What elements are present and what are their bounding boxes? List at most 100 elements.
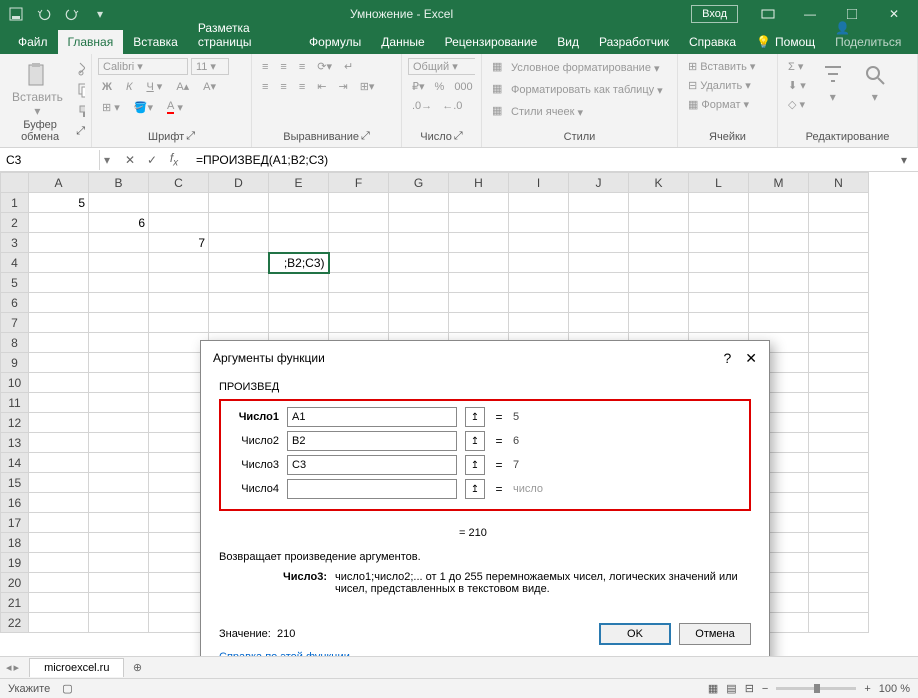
cell-M4[interactable] — [749, 253, 809, 273]
cell-G2[interactable] — [389, 213, 449, 233]
cell-I5[interactable] — [509, 273, 569, 293]
cell-H3[interactable] — [449, 233, 509, 253]
cell-B2[interactable]: 6 — [89, 213, 149, 233]
col-header-C[interactable]: C — [149, 173, 209, 193]
italic-button[interactable]: К — [122, 78, 136, 95]
paste-button[interactable]: Вставить▾ — [6, 58, 69, 117]
row-header-9[interactable]: 9 — [1, 353, 29, 373]
cell-N9[interactable] — [809, 353, 869, 373]
cell-A4[interactable] — [29, 253, 89, 273]
cell-N21[interactable] — [809, 593, 869, 613]
cell-A21[interactable] — [29, 593, 89, 613]
tab-formulas[interactable]: Формулы — [299, 30, 371, 54]
cell-F2[interactable] — [329, 213, 389, 233]
row-header-20[interactable]: 20 — [1, 573, 29, 593]
cell-E4[interactable]: ;B2;C3) — [269, 253, 329, 273]
tab-view[interactable]: Вид — [547, 30, 589, 54]
cell-A16[interactable] — [29, 493, 89, 513]
row-header-15[interactable]: 15 — [1, 473, 29, 493]
cell-N10[interactable] — [809, 373, 869, 393]
cell-A10[interactable] — [29, 373, 89, 393]
arg-input-2[interactable] — [287, 431, 457, 451]
col-header-H[interactable]: H — [449, 173, 509, 193]
cell-D3[interactable] — [209, 233, 269, 253]
align-center-icon[interactable]: ≡ — [276, 78, 290, 95]
cell-K4[interactable] — [629, 253, 689, 273]
qat-dropdown-icon[interactable]: ▾ — [88, 3, 112, 25]
cell-A13[interactable] — [29, 433, 89, 453]
ok-button[interactable]: OK — [599, 623, 671, 645]
cell-N16[interactable] — [809, 493, 869, 513]
cell-G6[interactable] — [389, 293, 449, 313]
cell-D6[interactable] — [209, 293, 269, 313]
cell-B1[interactable] — [89, 193, 149, 213]
cell-G4[interactable] — [389, 253, 449, 273]
col-header-B[interactable]: B — [89, 173, 149, 193]
cell-H6[interactable] — [449, 293, 509, 313]
cell-E6[interactable] — [269, 293, 329, 313]
cell-H2[interactable] — [449, 213, 509, 233]
cell-B13[interactable] — [89, 433, 149, 453]
zoom-slider[interactable] — [776, 687, 856, 690]
col-header-M[interactable]: M — [749, 173, 809, 193]
underline-button[interactable]: Ч ▾ — [142, 78, 166, 95]
cell-A15[interactable] — [29, 473, 89, 493]
ribbon-display-icon[interactable] — [748, 0, 788, 28]
save-icon[interactable] — [4, 3, 28, 25]
cell-J6[interactable] — [569, 293, 629, 313]
cell-A2[interactable] — [29, 213, 89, 233]
enter-formula-icon[interactable]: ✓ — [142, 150, 162, 170]
dialog-launcher-icon[interactable]: ⤢ — [361, 130, 370, 143]
cell-N13[interactable] — [809, 433, 869, 453]
cell-G5[interactable] — [389, 273, 449, 293]
cell-A12[interactable] — [29, 413, 89, 433]
tell-me[interactable]: 💡Помощ — [746, 30, 825, 54]
increase-font-icon[interactable]: A▴ — [172, 78, 193, 95]
format-cells-button[interactable]: ▦Формат ▾ — [684, 96, 771, 113]
cell-K6[interactable] — [629, 293, 689, 313]
cell-K3[interactable] — [629, 233, 689, 253]
tab-home[interactable]: Главная — [58, 30, 124, 54]
clear-icon[interactable]: ◇ ▾ — [784, 96, 810, 113]
col-header-J[interactable]: J — [569, 173, 629, 193]
merge-icon[interactable]: ⊞▾ — [356, 78, 379, 95]
cell-styles-button[interactable]: ▦Стили ячеек ▾ — [488, 102, 671, 122]
row-header-19[interactable]: 19 — [1, 553, 29, 573]
cell-B22[interactable] — [89, 613, 149, 633]
align-top-icon[interactable]: ≡ — [258, 58, 272, 75]
tab-file[interactable]: Файл — [8, 30, 58, 54]
row-header-1[interactable]: 1 — [1, 193, 29, 213]
sheet-nav-next-icon[interactable]: ▸ — [14, 661, 20, 674]
cell-G3[interactable] — [389, 233, 449, 253]
cell-F1[interactable] — [329, 193, 389, 213]
col-header-K[interactable]: K — [629, 173, 689, 193]
align-bottom-icon[interactable]: ≡ — [295, 58, 309, 75]
delete-cells-button[interactable]: ⊟Удалить ▾ — [684, 77, 771, 94]
comma-format-icon[interactable]: 000 — [450, 78, 475, 95]
increase-indent-icon[interactable]: ⇥ — [334, 78, 351, 95]
sheet-nav-prev-icon[interactable]: ◂ — [6, 661, 12, 674]
align-right-icon[interactable]: ≡ — [295, 78, 309, 95]
cell-I6[interactable] — [509, 293, 569, 313]
cell-B17[interactable] — [89, 513, 149, 533]
cell-I1[interactable] — [509, 193, 569, 213]
cell-E1[interactable] — [269, 193, 329, 213]
cell-E2[interactable] — [269, 213, 329, 233]
col-header-L[interactable]: L — [689, 173, 749, 193]
cell-L6[interactable] — [689, 293, 749, 313]
col-header-D[interactable]: D — [209, 173, 269, 193]
cell-N19[interactable] — [809, 553, 869, 573]
sheet-tab[interactable]: microexcel.ru — [29, 658, 124, 677]
cell-C2[interactable] — [149, 213, 209, 233]
cell-A19[interactable] — [29, 553, 89, 573]
cell-C1[interactable] — [149, 193, 209, 213]
cell-D4[interactable] — [209, 253, 269, 273]
undo-icon[interactable] — [32, 3, 56, 25]
cell-A1[interactable]: 5 — [29, 193, 89, 213]
cell-I3[interactable] — [509, 233, 569, 253]
wrap-text-icon[interactable]: ↵ — [340, 58, 357, 75]
cell-H1[interactable] — [449, 193, 509, 213]
cell-B14[interactable] — [89, 453, 149, 473]
cell-A9[interactable] — [29, 353, 89, 373]
cell-N17[interactable] — [809, 513, 869, 533]
